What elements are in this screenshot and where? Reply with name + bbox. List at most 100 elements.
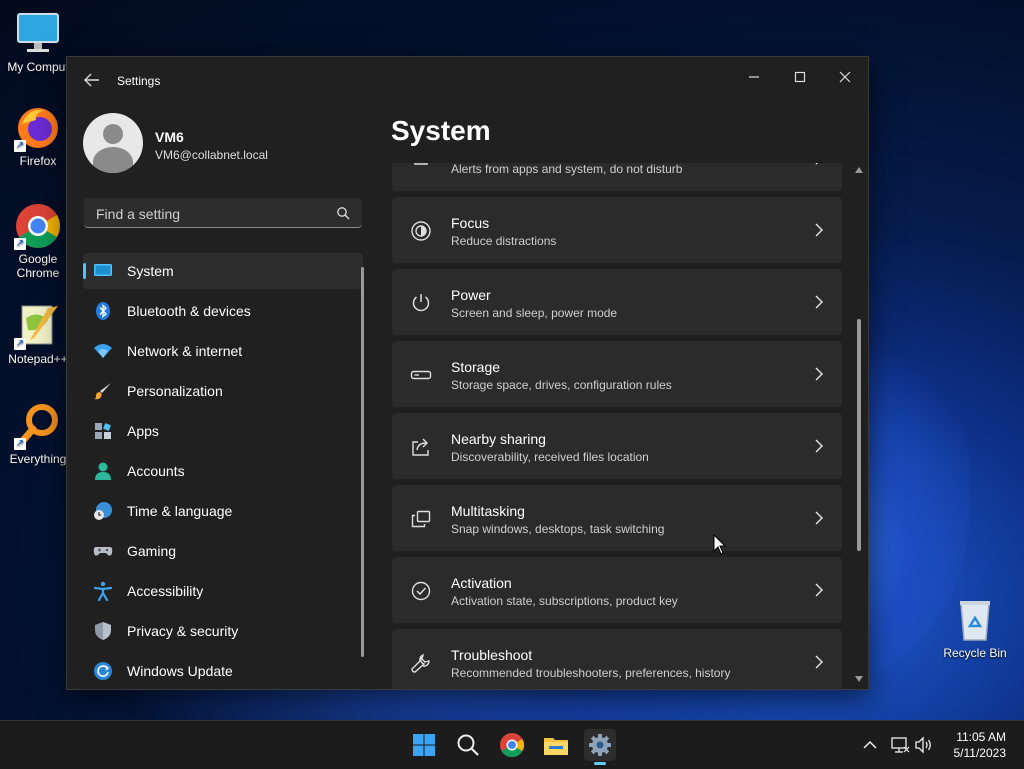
back-arrow-icon[interactable]	[81, 71, 103, 91]
sidebar-item-system[interactable]: System	[83, 253, 363, 289]
setting-title: Power	[451, 287, 491, 303]
chevron-right-icon	[814, 223, 824, 237]
sidebar-item-label: Personalization	[127, 383, 223, 399]
sidebar-item-label: Time & language	[127, 503, 233, 519]
setting-subtitle: Storage space, drives, configuration rul…	[451, 378, 672, 392]
minimize-icon	[749, 76, 759, 78]
title-bar: Settings	[67, 57, 868, 105]
sidebar-item-label: Privacy & security	[127, 623, 239, 639]
setting-title: Activation	[451, 575, 512, 591]
desktop-icon-everything[interactable]: ↗ Everything	[2, 402, 74, 466]
taskbar-clock[interactable]: 11:05 AM 5/11/2023	[954, 729, 1007, 761]
user-name: VM6	[155, 129, 184, 145]
wrench-icon	[410, 652, 432, 674]
taskbar: 11:05 AM 5/11/2023	[0, 720, 1024, 769]
chevron-up-icon	[863, 740, 877, 749]
sidebar-item-personalization[interactable]: Personalization	[83, 373, 363, 409]
desktop-icon-label: My Comput	[7, 60, 69, 74]
desktop-icon-notepad-plus-plus[interactable]: ↗ Notepad++	[2, 302, 74, 366]
sidebar-item-gaming[interactable]: Gaming	[83, 533, 363, 569]
taskbar-settings-button[interactable]	[584, 729, 616, 765]
network-status-button[interactable]	[890, 735, 910, 755]
minimize-button[interactable]	[731, 63, 777, 93]
sidebar-scrollbar[interactable]	[361, 267, 364, 657]
search-box[interactable]	[84, 198, 362, 228]
setting-subtitle: Screen and sleep, power mode	[451, 306, 618, 320]
sidebar-item-network[interactable]: Network & internet	[83, 333, 363, 369]
start-button[interactable]	[408, 729, 440, 761]
setting-card-activation[interactable]: Activation Activation state, subscriptio…	[392, 557, 842, 623]
active-indicator	[83, 263, 86, 279]
system-icon	[93, 261, 113, 281]
focus-icon	[410, 220, 432, 242]
globe-clock-icon	[93, 501, 113, 521]
desktop-icon-firefox[interactable]: ↗ Firefox	[2, 104, 74, 168]
sidebar-item-apps[interactable]: Apps	[83, 413, 363, 449]
sidebar-item-bluetooth[interactable]: Bluetooth & devices	[83, 293, 363, 329]
desktop-icon-label: Firefox	[19, 154, 57, 168]
scroll-down-arrow-icon[interactable]	[855, 676, 863, 682]
sidebar-item-accessibility[interactable]: Accessibility	[83, 573, 363, 609]
search-icon[interactable]	[336, 206, 350, 220]
monitor-icon	[14, 10, 62, 58]
volume-button[interactable]	[914, 735, 934, 755]
close-button[interactable]	[822, 63, 868, 93]
search-icon	[457, 734, 479, 756]
taskbar-search-button[interactable]	[452, 729, 484, 761]
power-icon	[410, 292, 432, 314]
notepad-plus-plus-icon: ↗	[14, 302, 62, 350]
window-title: Settings	[117, 74, 161, 88]
network-icon	[891, 737, 910, 753]
sidebar-item-label: System	[127, 263, 174, 279]
search-input[interactable]	[94, 204, 328, 224]
clock-time: 11:05 AM	[956, 730, 1006, 744]
maximize-icon	[794, 71, 806, 83]
chevron-right-icon	[814, 163, 824, 165]
taskbar-chrome-button[interactable]	[496, 729, 528, 761]
content-scrollbar-thumb[interactable]	[857, 319, 861, 551]
start-icon	[413, 734, 435, 756]
taskbar-file-explorer-button[interactable]	[540, 729, 572, 761]
show-hidden-icons-button[interactable]	[860, 735, 880, 755]
setting-card-nearby-sharing[interactable]: Nearby sharing Discoverability, received…	[392, 413, 842, 479]
setting-title: Troubleshoot	[451, 647, 533, 663]
gamepad-icon	[93, 541, 113, 561]
chrome-icon: ↗	[14, 202, 62, 250]
desktop-icon-recycle-bin[interactable]: Recycle Bin	[938, 596, 1012, 660]
setting-subtitle: Reduce distractions	[451, 234, 557, 248]
setting-card-storage[interactable]: Storage Storage space, drives, configura…	[392, 341, 842, 407]
setting-card-focus[interactable]: Focus Reduce distractions	[392, 197, 842, 263]
setting-card-multitasking[interactable]: Multitasking Snap windows, desktops, tas…	[392, 485, 842, 551]
active-app-indicator	[594, 762, 606, 765]
chevron-right-icon	[814, 655, 824, 669]
setting-subtitle: Activation state, subscriptions, product…	[451, 594, 678, 608]
setting-card-troubleshoot[interactable]: Troubleshoot Recommended troubleshooters…	[392, 629, 842, 689]
maximize-button[interactable]	[777, 63, 823, 93]
sidebar-item-accounts[interactable]: Accounts	[83, 453, 363, 489]
sidebar-item-privacy[interactable]: Privacy & security	[83, 613, 363, 649]
setting-subtitle: Snap windows, desktops, task switching	[451, 522, 665, 536]
setting-card-notifications[interactable]: Alerts from apps and system, do not dist…	[392, 163, 842, 191]
chevron-right-icon	[814, 511, 824, 525]
clock-date: 5/11/2023	[953, 746, 1007, 760]
firefox-icon: ↗	[14, 104, 62, 152]
bluetooth-icon	[93, 301, 113, 321]
mouse-pointer-icon	[713, 533, 727, 556]
setting-card-power[interactable]: Power Screen and sleep, power mode	[392, 269, 842, 335]
scroll-up-arrow-icon[interactable]	[855, 167, 863, 173]
sidebar-item-time-language[interactable]: Time & language	[83, 493, 363, 529]
shield-icon	[93, 621, 113, 641]
setting-title: Storage	[451, 359, 501, 375]
desktop-icon-chrome[interactable]: ↗ Google Chrome	[2, 202, 74, 280]
sidebar-item-label: Bluetooth & devices	[127, 303, 251, 319]
accounts-icon	[93, 461, 113, 481]
sidebar-item-label: Gaming	[127, 543, 177, 559]
desktop-icon-my-computer[interactable]: My Comput	[2, 10, 74, 74]
setting-title: Nearby sharing	[451, 431, 546, 447]
settings-gear-icon	[589, 734, 611, 756]
notifications-icon	[410, 163, 432, 170]
chevron-right-icon	[814, 367, 824, 381]
activation-check-icon	[410, 580, 432, 602]
setting-subtitle: Discoverability, received files location	[451, 450, 649, 464]
sidebar-item-windows-update[interactable]: Windows Update	[83, 653, 363, 689]
